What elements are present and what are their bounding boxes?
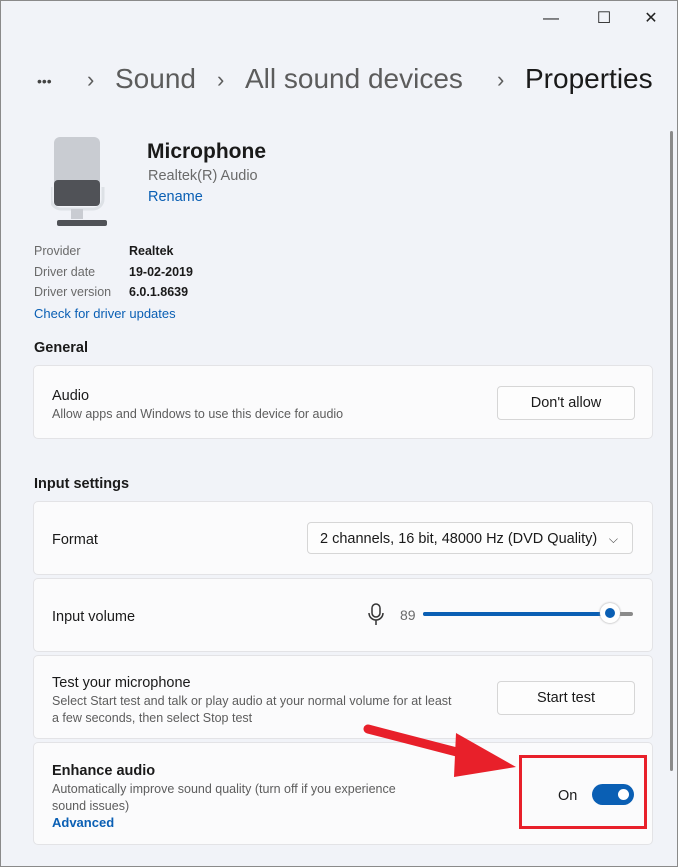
rename-link[interactable]: Rename xyxy=(148,189,203,205)
minimize-button[interactable]: — xyxy=(537,7,565,31)
maximize-button[interactable]: ☐ xyxy=(590,7,618,31)
driver-version-value: 6.0.1.8639 xyxy=(129,285,189,299)
breadcrumb-sound[interactable]: Sound xyxy=(115,63,196,95)
device-subtitle: Realtek(R) Audio xyxy=(148,168,258,184)
settings-window: — ☐ ✕ ••• › Sound › All sound devices › … xyxy=(0,0,678,867)
chevron-right-icon: › xyxy=(497,67,505,92)
audio-description: Allow apps and Windows to use this devic… xyxy=(52,407,344,421)
scrollbar[interactable] xyxy=(670,131,673,771)
format-value: 2 channels, 16 bit, 48000 Hz (DVD Qualit… xyxy=(320,531,598,547)
input-volume-card: Input volume 89 xyxy=(33,578,653,652)
provider-label: Provider xyxy=(34,244,81,258)
input-volume-label: Input volume xyxy=(52,609,136,625)
driver-date-value: 19-02-2019 xyxy=(129,265,193,279)
dont-allow-button[interactable]: Don't allow xyxy=(497,386,635,420)
annotation-arrow-icon xyxy=(363,724,516,777)
chevron-right-icon: › xyxy=(217,67,225,92)
audio-title: Audio xyxy=(52,388,90,404)
start-test-button[interactable]: Start test xyxy=(497,681,635,715)
annotation-highlight-box xyxy=(519,755,647,829)
enhance-audio-description: Automatically improve sound quality (tur… xyxy=(52,782,396,813)
general-heading: General xyxy=(34,340,88,356)
microphone-device-icon xyxy=(51,137,107,226)
check-driver-updates-link[interactable]: Check for driver updates xyxy=(34,306,176,321)
format-dropdown[interactable]: 2 channels, 16 bit, 48000 Hz (DVD Qualit… xyxy=(307,522,633,554)
volume-slider-fill xyxy=(423,612,610,616)
enhance-audio-title: Enhance audio xyxy=(52,763,156,779)
input-volume-value: 89 xyxy=(400,607,416,623)
test-microphone-card: Test your microphone Select Start test a… xyxy=(33,655,653,739)
page-title: Properties xyxy=(525,63,653,94)
close-button[interactable]: ✕ xyxy=(637,7,665,31)
advanced-link[interactable]: Advanced xyxy=(52,815,114,830)
driver-version-label: Driver version xyxy=(34,285,112,299)
breadcrumb-all-sound-devices[interactable]: All sound devices xyxy=(245,63,463,95)
provider-value: Realtek xyxy=(129,244,174,258)
volume-slider-thumb[interactable] xyxy=(599,603,620,623)
format-label: Format xyxy=(52,532,98,548)
driver-date-label: Driver date xyxy=(34,265,96,279)
format-card: Format 2 channels, 16 bit, 48000 Hz (DVD… xyxy=(33,501,653,575)
input-settings-heading: Input settings xyxy=(34,476,130,492)
chevron-right-icon: › xyxy=(87,67,95,92)
breadcrumb-more[interactable]: ••• xyxy=(37,73,52,89)
chevron-down-icon: ⌵ xyxy=(608,532,618,546)
device-name: Microphone xyxy=(147,140,266,163)
test-microphone-title: Test your microphone xyxy=(52,675,191,691)
microphone-icon xyxy=(368,603,384,625)
audio-card: Audio Allow apps and Windows to use this… xyxy=(33,365,653,439)
